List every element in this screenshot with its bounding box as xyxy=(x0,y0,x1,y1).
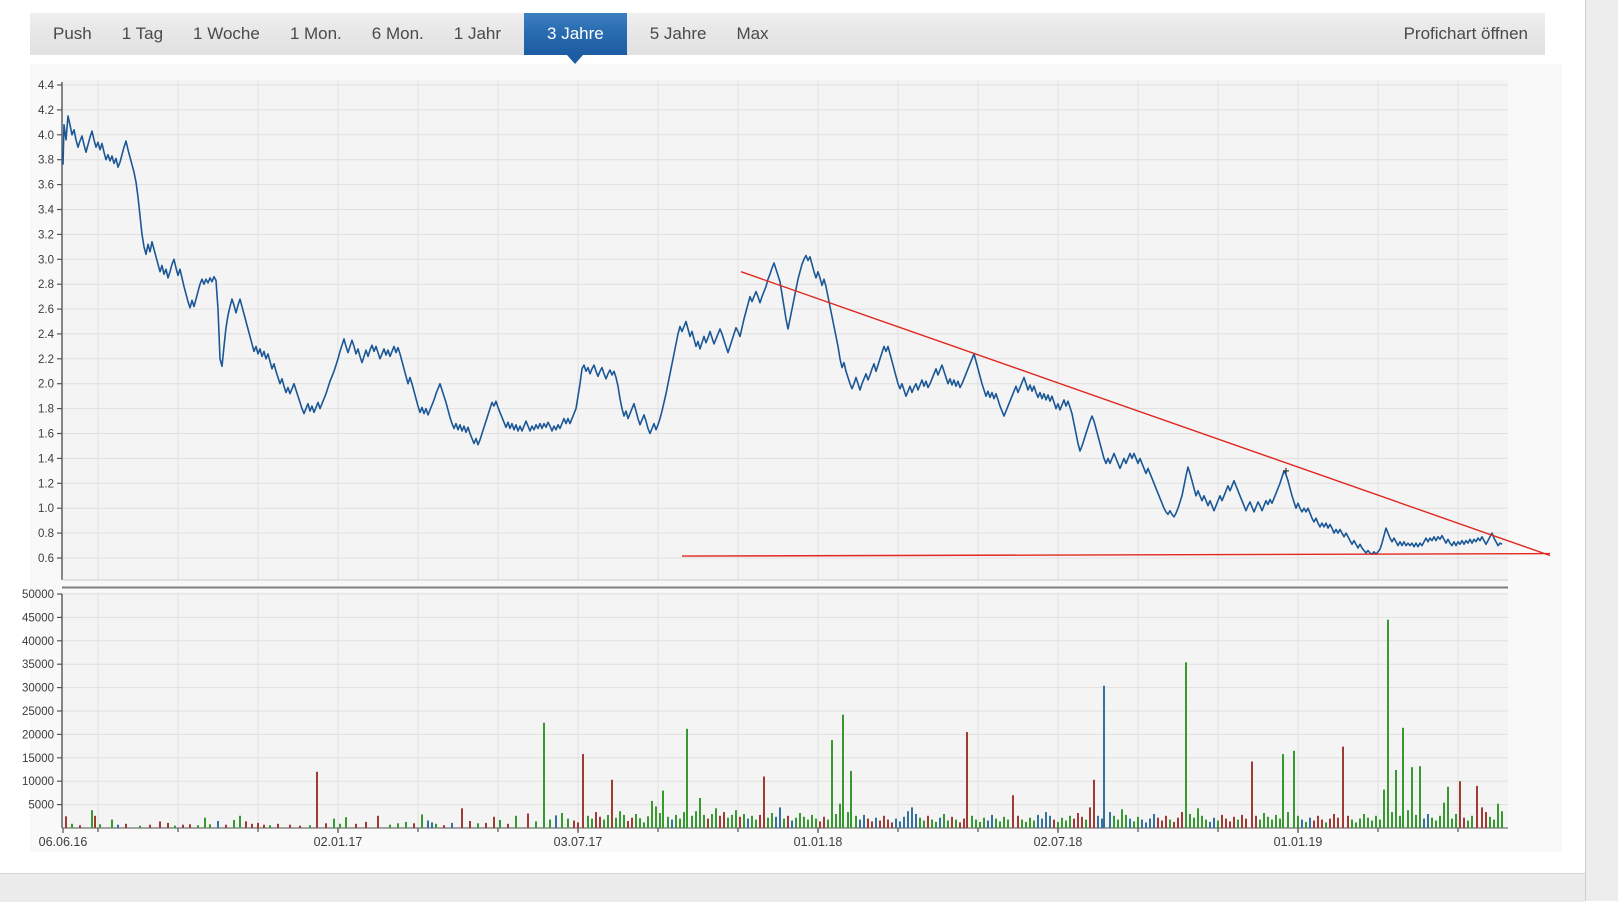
price-axis-label: 3.2 xyxy=(38,229,54,241)
volume-axis-label: 5000 xyxy=(28,800,54,812)
price-axis-label: 3.6 xyxy=(38,180,54,192)
price-plot-bg xyxy=(62,80,1508,580)
price-axis-label: 1.4 xyxy=(38,453,55,465)
tab-1-jahr[interactable]: 1 Jahr xyxy=(454,13,501,55)
price-axis-label: 3.8 xyxy=(38,155,54,167)
price-axis-label: 1.2 xyxy=(38,478,54,490)
date-axis-label: 01.01.18 xyxy=(794,835,843,849)
tab-5-jahre[interactable]: 5 Jahre xyxy=(650,13,707,55)
price-axis-label: 0.8 xyxy=(38,528,54,540)
volume-axis-label: 50000 xyxy=(22,589,54,601)
tab-3-jahre[interactable]: 3 Jahre xyxy=(524,13,627,55)
date-axis-label: 06.06.16 xyxy=(39,835,88,849)
stock-chart: 4.4 4.2 4.0 3.8 3.6 3.4 3.2 3.0 2.8 2.6 2.4 2.2 2.0 1… xyxy=(0,0,1618,901)
page: { "toolbar": { "tabs": [ {"label":"Push"… xyxy=(0,0,1618,901)
date-axis-label: 02.07.18 xyxy=(1034,835,1083,849)
tab-6-mon-[interactable]: 6 Mon. xyxy=(372,13,424,55)
time-range-tabs: Push 1 Tag 1 Woche 1 Mon. 6 Mon. 1 Jahr 3 Jahr… xyxy=(30,13,784,55)
date-axis-label: 03.07.17 xyxy=(554,835,603,849)
volume-axis-label: 45000 xyxy=(22,612,54,624)
volume-axis-label: 30000 xyxy=(22,683,54,695)
tab-max[interactable]: Max xyxy=(736,13,768,55)
date-axis-label: 02.01.17 xyxy=(314,835,363,849)
volume-axis-label: 20000 xyxy=(22,729,54,741)
price-axis-label: 2.0 xyxy=(38,379,54,391)
volume-axis-label: 25000 xyxy=(22,706,54,718)
profichart-open-link[interactable]: Profichart öffnen xyxy=(1404,13,1528,55)
price-axis-label: 1.6 xyxy=(38,429,54,441)
price-axis-label: 2.2 xyxy=(38,354,54,366)
tab-push[interactable]: Push xyxy=(53,13,92,55)
price-axis-label: 4.2 xyxy=(38,105,54,117)
price-axis-label: 2.4 xyxy=(38,329,55,341)
volume-axis-label: 35000 xyxy=(22,659,54,671)
price-axis-label: 4.4 xyxy=(38,80,55,92)
price-axis-label: 4.0 xyxy=(38,130,54,142)
price-axis-label: 3.0 xyxy=(38,254,54,266)
tab-1-tag[interactable]: 1 Tag xyxy=(122,13,163,55)
tab-1-woche[interactable]: 1 Woche xyxy=(193,13,260,55)
chart-toolbar: Push 1 Tag 1 Woche 1 Mon. 6 Mon. 1 Jahr 3 Jahr… xyxy=(30,13,1545,55)
volume-axis-label: 15000 xyxy=(22,753,54,765)
volume-plot-bg xyxy=(62,592,1508,828)
date-axis-label: 01.01.19 xyxy=(1274,835,1323,849)
price-axis-label: 2.8 xyxy=(38,279,54,291)
volume-axis-label: 10000 xyxy=(22,776,54,788)
volume-axis-label: 40000 xyxy=(22,636,54,648)
tab-1-mon-[interactable]: 1 Mon. xyxy=(290,13,342,55)
price-axis-label: 1.8 xyxy=(38,404,54,416)
price-axis-label: 0.6 xyxy=(38,553,54,565)
price-axis-label: 3.4 xyxy=(38,205,55,217)
price-axis-label: 1.0 xyxy=(38,503,54,515)
price-axis-label: 2.6 xyxy=(38,304,54,316)
